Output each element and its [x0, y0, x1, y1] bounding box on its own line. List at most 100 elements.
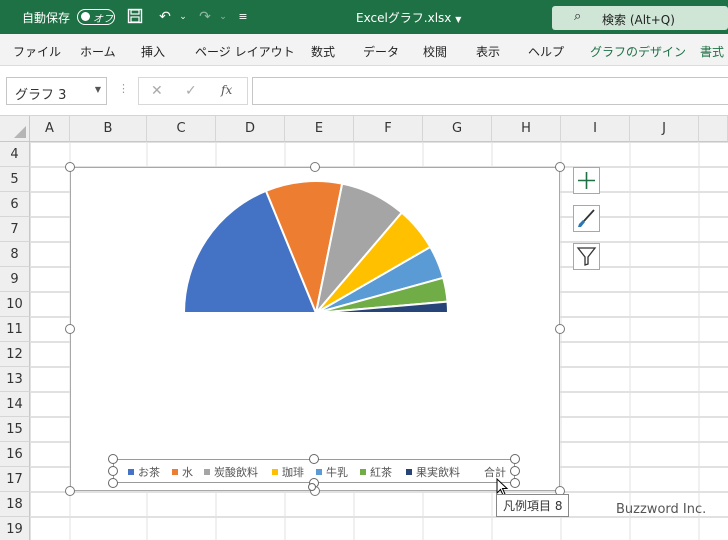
legend-item[interactable]: 水 — [172, 464, 193, 480]
row-header[interactable]: 10 — [0, 292, 30, 317]
save-icon[interactable] — [126, 8, 144, 26]
row-header[interactable]: 17 — [0, 467, 30, 492]
tab-insert[interactable]: 挿入 — [141, 43, 165, 60]
tab-data[interactable]: データ — [363, 43, 399, 60]
name-box[interactable]: グラフ 3 ▼ — [6, 77, 107, 105]
row-header[interactable]: 6 — [0, 192, 30, 217]
row-header[interactable]: 5 — [0, 167, 30, 192]
row-header[interactable]: 11 — [0, 317, 30, 342]
legend-swatch — [128, 469, 134, 475]
pie-chart[interactable] — [71, 168, 561, 492]
select-all-corner[interactable] — [0, 116, 30, 142]
resize-handle[interactable] — [65, 486, 75, 496]
row-header[interactable]: 9 — [0, 267, 30, 292]
plus-icon — [578, 172, 595, 189]
column-header[interactable] — [699, 116, 728, 142]
row-header[interactable]: 19 — [0, 517, 30, 540]
autosave-label: 自動保存 — [22, 11, 71, 25]
formula-input[interactable] — [252, 77, 728, 105]
enter-icon[interactable]: ✓ — [185, 83, 197, 99]
resize-handle[interactable] — [65, 162, 75, 172]
legend-swatch — [172, 469, 178, 475]
tab-file[interactable]: ファイル — [13, 43, 61, 60]
legend-handle[interactable] — [510, 466, 520, 476]
column-header[interactable]: J — [630, 116, 699, 142]
tab-page-layout[interactable]: ページ レイアウト — [195, 43, 295, 60]
row-header[interactable]: 4 — [0, 142, 30, 167]
legend-handle[interactable] — [309, 454, 319, 464]
resize-handle[interactable] — [555, 162, 565, 172]
filter-icon — [576, 247, 597, 266]
cancel-icon[interactable]: ✕ — [151, 83, 163, 99]
undo-icon[interactable]: ↶ — [156, 8, 174, 26]
column-header[interactable]: H — [492, 116, 561, 142]
tab-help[interactable]: ヘルプ — [528, 43, 564, 60]
customize-qat-icon[interactable]: ≡ — [234, 8, 252, 26]
more-options-icon[interactable]: ⋮ — [118, 82, 129, 95]
row-header[interactable]: 13 — [0, 367, 30, 392]
column-header[interactable]: A — [30, 116, 70, 142]
legend-item[interactable]: 炭酸飲料 — [204, 464, 258, 480]
autosave-toggle[interactable]: オフ — [77, 9, 115, 25]
resize-handle[interactable] — [310, 162, 320, 172]
undo-dropdown-icon[interactable]: ⌄ — [174, 8, 192, 26]
chart-filters-button[interactable] — [573, 243, 600, 270]
legend-item[interactable]: 珈琲 — [272, 464, 304, 480]
insert-function-icon[interactable]: fx — [221, 83, 232, 97]
chart-elements-button[interactable] — [573, 167, 600, 194]
column-header[interactable]: G — [423, 116, 492, 142]
row-header[interactable]: 16 — [0, 442, 30, 467]
legend-item[interactable]: 紅茶 — [360, 464, 392, 480]
column-header[interactable]: E — [285, 116, 354, 142]
legend-swatch — [204, 469, 210, 475]
tab-view[interactable]: 表示 — [476, 43, 500, 60]
legend-handle[interactable] — [510, 454, 520, 464]
file-name[interactable]: Excelグラフ.xlsx ▼ — [356, 9, 461, 26]
column-header[interactable]: C — [147, 116, 216, 142]
pie-slice-8[interactable] — [184, 313, 448, 445]
legend-swatch — [272, 469, 278, 475]
name-box-value: グラフ 3 — [15, 88, 67, 103]
tab-chart-design[interactable]: グラフのデザイン — [590, 43, 686, 60]
tooltip: 凡例項目 8 — [496, 494, 570, 517]
watermark: Buzzword Inc. — [616, 502, 707, 517]
column-header[interactable]: B — [70, 116, 147, 142]
toggle-knob — [81, 12, 90, 21]
row-header[interactable]: 7 — [0, 217, 30, 242]
redo-icon[interactable]: ↷ — [196, 8, 214, 26]
legend-item[interactable]: お茶 — [128, 464, 160, 480]
legend-label: 果実飲料 — [416, 466, 460, 479]
legend-label: 紅茶 — [370, 466, 392, 479]
redo-dropdown-icon[interactable]: ⌄ — [214, 8, 232, 26]
tab-format[interactable]: 書式 — [700, 43, 724, 60]
legend-item-handle[interactable] — [308, 483, 316, 491]
tab-home[interactable]: ホーム — [80, 43, 116, 60]
search-icon: ⌕ — [574, 9, 582, 24]
legend-item[interactable]: 牛乳 — [316, 464, 348, 480]
legend-handle[interactable] — [108, 478, 118, 488]
tab-formulas[interactable]: 数式 — [311, 43, 335, 60]
legend-handle[interactable] — [510, 478, 520, 488]
row-header[interactable]: 18 — [0, 492, 30, 517]
legend-handle[interactable] — [108, 454, 118, 464]
legend-item[interactable]: 果実飲料 — [406, 464, 460, 480]
tab-review[interactable]: 校閲 — [423, 43, 447, 60]
chart-styles-button[interactable] — [573, 205, 600, 232]
row-header[interactable]: 15 — [0, 417, 30, 442]
resize-handle[interactable] — [65, 324, 75, 334]
legend-label: 水 — [182, 466, 193, 479]
column-header[interactable]: F — [354, 116, 423, 142]
ribbon-tabs: ファイル ホーム 挿入 ページ レイアウト 数式 データ 校閲 表示 ヘルプ グ… — [0, 34, 728, 66]
chevron-down-icon: ▼ — [455, 15, 462, 24]
row-header[interactable]: 14 — [0, 392, 30, 417]
row-header[interactable]: 8 — [0, 242, 30, 267]
legend-label: お茶 — [138, 466, 160, 479]
chart-area[interactable] — [70, 167, 560, 491]
row-header[interactable]: 12 — [0, 342, 30, 367]
column-header[interactable]: D — [216, 116, 285, 142]
search-box[interactable]: ⌕ 検索 (Alt+Q) — [552, 6, 728, 30]
legend-handle[interactable] — [108, 466, 118, 476]
resize-handle[interactable] — [555, 324, 565, 334]
legend-swatch — [316, 469, 322, 475]
column-header[interactable]: I — [561, 116, 630, 142]
